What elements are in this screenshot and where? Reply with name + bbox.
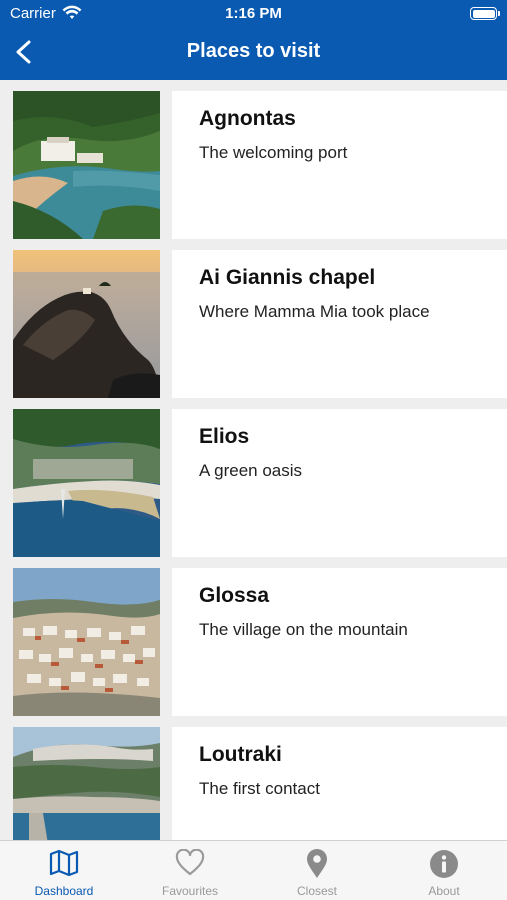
place-card: Glossa The village on the mountain xyxy=(172,568,507,716)
place-thumbnail xyxy=(13,91,160,239)
place-title: Glossa xyxy=(199,584,270,607)
place-subtitle: The welcoming port xyxy=(199,143,348,162)
place-title: Elios xyxy=(199,425,250,448)
page-title: Places to visit xyxy=(186,40,321,62)
battery-icon xyxy=(470,7,500,20)
place-subtitle: Where Mamma Mia took place xyxy=(199,302,430,321)
place-card: Elios A green oasis xyxy=(172,409,507,557)
list-item-loutraki[interactable]: Loutraki The first contact xyxy=(0,727,507,840)
clock-label: 1:16 PM xyxy=(225,5,282,22)
navigation-header: Carrier 1:16 PM Places to visit xyxy=(0,0,507,80)
place-subtitle: The village on the mountain xyxy=(199,620,408,639)
list-item-glossa[interactable]: Glossa The village on the mountain xyxy=(0,568,507,716)
place-title: Ai Giannis chapel xyxy=(199,266,376,289)
tab-about[interactable]: About xyxy=(381,841,507,900)
place-thumbnail xyxy=(13,727,160,840)
place-card: Agnontas The welcoming port xyxy=(172,91,507,239)
place-card: Loutraki The first contact xyxy=(172,727,507,840)
place-card: Ai Giannis chapel Where Mamma Mia took p… xyxy=(172,250,507,398)
list-item-ai-giannis-chapel[interactable]: Ai Giannis chapel Where Mamma Mia took p… xyxy=(0,250,507,398)
tab-bar: Dashboard Favourites Closest About xyxy=(0,840,507,900)
info-icon xyxy=(430,850,458,878)
place-subtitle: The first contact xyxy=(199,779,320,798)
place-title: Loutraki xyxy=(199,743,282,766)
list-item-elios[interactable]: Elios A green oasis xyxy=(0,409,507,557)
places-list: Agnontas The welcoming port Ai Giannis c… xyxy=(0,80,507,840)
tab-closest[interactable]: Closest xyxy=(254,841,380,900)
place-subtitle: A green oasis xyxy=(199,461,303,480)
tab-favourites[interactable]: Favourites xyxy=(127,841,253,900)
place-thumbnail xyxy=(13,409,160,557)
place-thumbnail xyxy=(13,250,160,398)
heart-icon xyxy=(175,849,205,876)
tab-label: About xyxy=(428,884,460,898)
tab-dashboard[interactable]: Dashboard xyxy=(1,841,127,900)
location-pin-icon xyxy=(307,849,327,878)
status-bar: Carrier 1:16 PM xyxy=(0,0,507,28)
tab-label: Closest xyxy=(296,884,337,898)
map-icon xyxy=(49,849,79,877)
list-item-agnontas[interactable]: Agnontas The welcoming port xyxy=(0,91,507,239)
place-title: Agnontas xyxy=(199,107,296,130)
tab-label: Favourites xyxy=(161,884,219,898)
tab-label: Dashboard xyxy=(34,884,94,898)
place-thumbnail xyxy=(13,568,160,716)
